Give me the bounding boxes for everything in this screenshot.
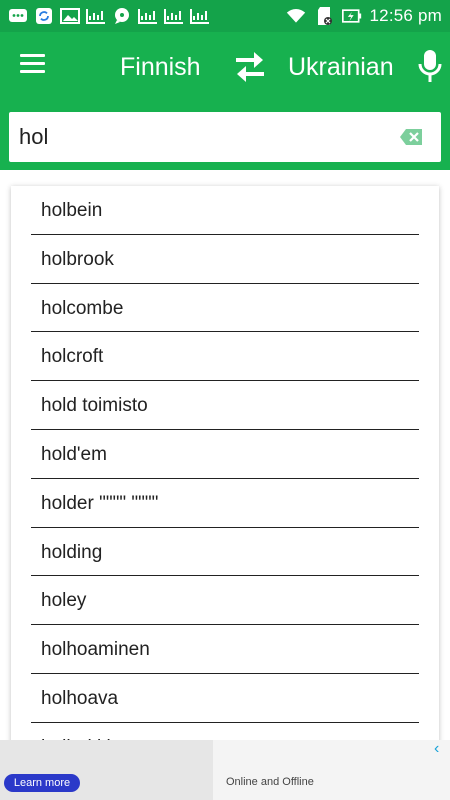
chat-icon (112, 7, 132, 25)
hamburger-icon (20, 54, 45, 57)
swap-languages-button[interactable] (232, 49, 268, 85)
suggestion-text: holey (41, 590, 87, 612)
suggestion-text: holding (41, 541, 103, 563)
wifi-icon (286, 7, 306, 25)
suggestion-item[interactable]: holhoaminen (11, 625, 439, 674)
suggestion-item[interactable]: hold toimisto (11, 381, 439, 430)
suggestion-item[interactable]: holey (11, 576, 439, 626)
suggestion-text: holbein (41, 200, 103, 221)
status-bar: 12:56 pm (0, 0, 450, 32)
suggestion-item[interactable]: holhoava (11, 674, 439, 723)
suggestion-item[interactable]: holcombe (11, 284, 439, 333)
ad-banner[interactable]: Online and Offline Learn more ‹ (0, 740, 450, 800)
chart-icon (164, 7, 184, 25)
swap-icon (236, 52, 264, 82)
suggestion-text: holcroft (41, 346, 104, 368)
microphone-icon (418, 50, 442, 82)
backspace-clear-icon (400, 129, 422, 145)
suggestion-text: holhoaminen (41, 639, 150, 661)
suggestion-item[interactable]: holding (11, 528, 439, 577)
ad-text: Online and Offline (226, 776, 314, 788)
clock: 12:56 pm (369, 6, 442, 25)
suggestion-text: holcombe (41, 297, 124, 319)
system-icons: 12:56 pm (286, 6, 442, 26)
suggestion-item[interactable]: holcroft (11, 332, 439, 382)
suggestion-text: hold toimisto (41, 395, 148, 417)
clear-search-button[interactable] (399, 128, 423, 146)
suggestion-item[interactable]: hold'em (11, 430, 439, 479)
app-bar: Finnish Ukrainian (0, 32, 450, 104)
voice-input-button[interactable] (416, 46, 444, 86)
sd-card-icon (314, 7, 334, 25)
search-bar (0, 104, 450, 170)
learn-more-button[interactable]: Learn more (4, 774, 80, 792)
notification-icons (8, 7, 210, 25)
suggestion-text: holder """" """" (41, 492, 159, 514)
suggestion-item[interactable]: holbein (11, 186, 439, 235)
target-language-button[interactable]: Ukrainian (288, 53, 394, 82)
battery-charging-icon (341, 7, 362, 25)
source-language-button[interactable]: Finnish (120, 53, 201, 82)
suggestion-text: holhoava (41, 687, 119, 709)
menu-button[interactable] (20, 54, 50, 82)
search-box (9, 112, 441, 162)
search-input[interactable] (19, 120, 379, 154)
suggestion-item[interactable]: holbrook (11, 235, 439, 284)
chart-icon (138, 7, 158, 25)
sync-icon (34, 7, 54, 25)
close-ad-icon[interactable]: ‹ (434, 740, 450, 760)
ad-panel (213, 740, 450, 800)
chart-icon (86, 7, 106, 25)
suggestion-text: holbrook (41, 248, 114, 270)
image-icon (60, 7, 80, 25)
suggestions-dropdown: holbein holbrook holcombe holcroft hold toim… (11, 186, 439, 776)
chart-icon (190, 7, 210, 25)
suggestion-item[interactable]: holder """" """" (11, 479, 439, 528)
suggestion-text: hold'em (41, 443, 107, 465)
message-icon (8, 7, 28, 25)
